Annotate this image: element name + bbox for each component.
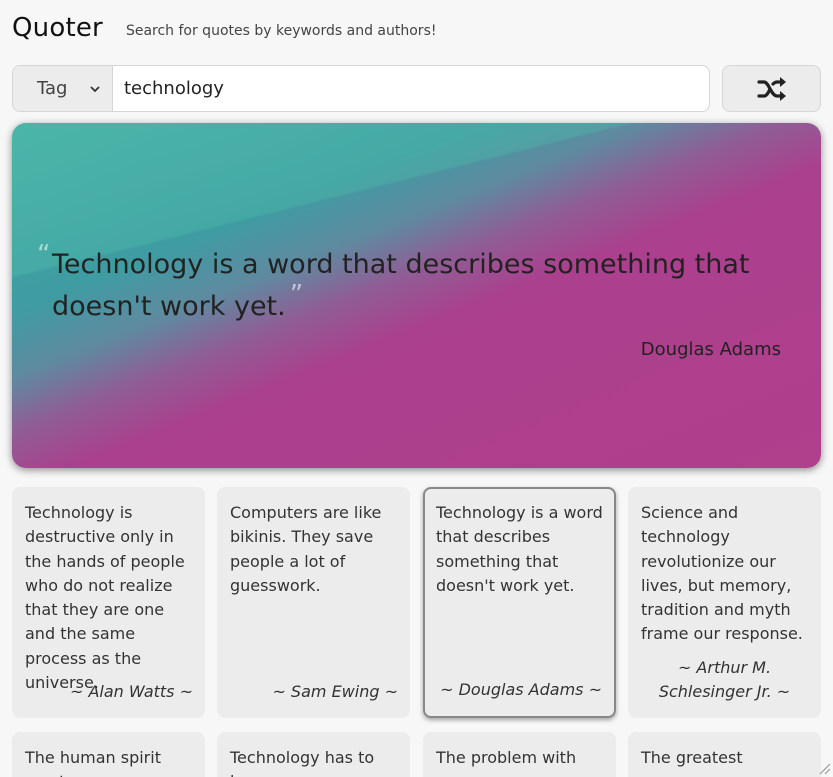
open-quote-icon: “ (37, 240, 51, 270)
featured-quote-author: Douglas Adams (640, 339, 781, 360)
featured-quote-text: Technology is a word that describes some… (52, 249, 750, 322)
quote-card-author: ~ Douglas Adams ~ (440, 680, 602, 699)
quote-card[interactable]: The greatest (628, 732, 821, 777)
quote-card[interactable]: Science and technology revolutionize our… (628, 487, 821, 718)
quote-card-selected[interactable]: Technology is a word that describes some… (423, 487, 616, 718)
quote-card[interactable]: Technology has to be (217, 732, 410, 777)
featured-quote: “ Technology is a word that describes so… (12, 123, 821, 468)
search-mode-select[interactable]: Tag (13, 66, 113, 111)
quote-card-text: Technology has to be (230, 748, 375, 777)
quote-card[interactable]: The human spirit must (12, 732, 205, 777)
featured-quote-text-block: “ Technology is a word that describes so… (37, 240, 772, 328)
chevron-down-icon (90, 85, 100, 92)
quote-card[interactable]: The problem with (423, 732, 616, 777)
quote-card[interactable]: Technology is destructive only in the ha… (12, 487, 205, 718)
search-bar: Tag (12, 65, 710, 112)
app-subtitle: Search for quotes by keywords and author… (125, 23, 437, 39)
quote-card-text: Technology is a word that describes some… (436, 503, 603, 595)
quote-card-author: ~ Arthur M. Schlesinger Jr. ~ (658, 658, 791, 701)
quote-card-author: ~ Sam Ewing ~ (272, 682, 398, 701)
shuffle-button[interactable] (722, 65, 821, 112)
quote-card-text: The greatest (641, 748, 743, 767)
resize-grip-icon[interactable] (817, 761, 831, 775)
close-quote-icon: ” (289, 280, 304, 310)
quote-card-text: The problem with (436, 748, 577, 767)
app-header: Quoter Search for quotes by keywords and… (12, 10, 436, 46)
quote-card-text: Technology is destructive only in the ha… (25, 503, 185, 693)
quote-card-text: Computers are like bikinis. They save pe… (230, 503, 382, 595)
search-mode-label: Tag (37, 78, 68, 99)
app-title: Quoter (12, 13, 103, 43)
quote-card-text: Science and technology revolutionize our… (641, 503, 803, 644)
shuffle-icon (756, 76, 786, 101)
quote-card-text: The human spirit must (25, 748, 161, 777)
quote-card-author: ~ Alan Watts ~ (69, 682, 193, 701)
quote-card[interactable]: Computers are like bikinis. They save pe… (217, 487, 410, 718)
search-input[interactable] (113, 66, 709, 111)
